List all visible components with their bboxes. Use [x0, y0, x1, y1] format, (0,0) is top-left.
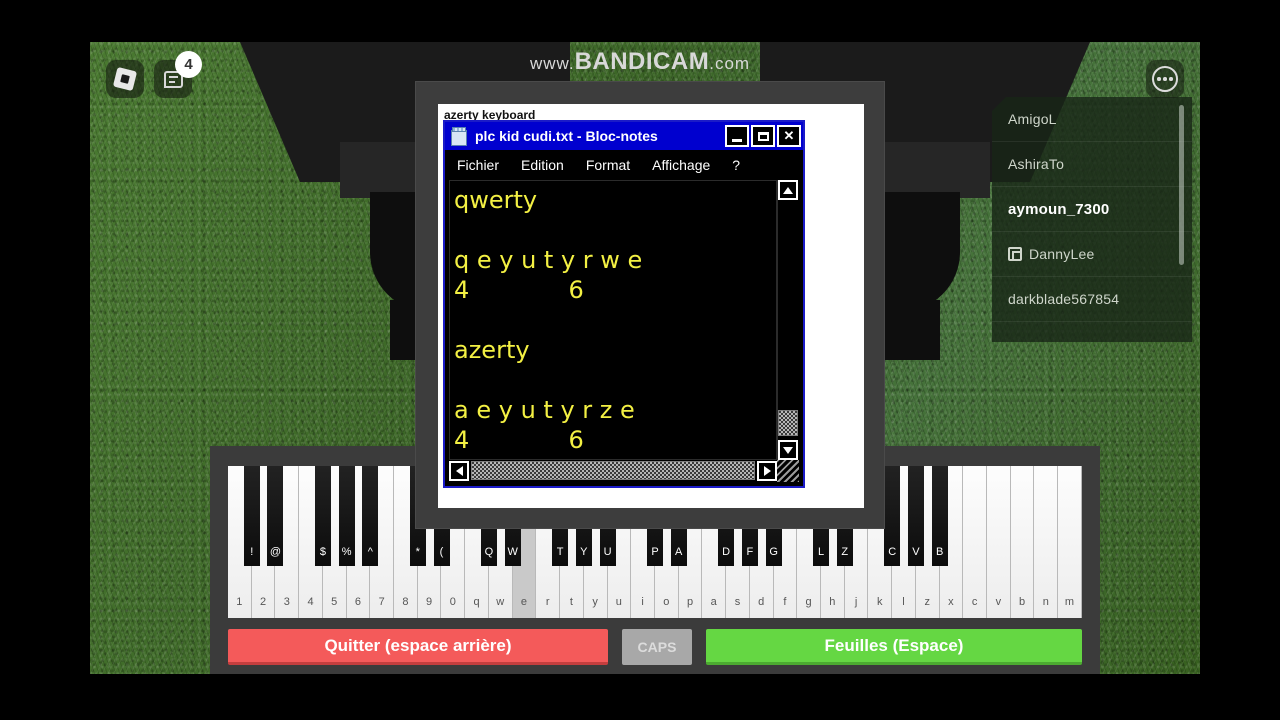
letterbox-left	[0, 0, 90, 720]
player-name: DannyLee	[1029, 246, 1095, 262]
piano-key-label: L	[817, 546, 825, 558]
letterbox-right	[1200, 0, 1280, 720]
notepad-menu-bar: Fichier Edition Format Affichage ?	[445, 150, 803, 180]
piano-key-label: $	[319, 546, 326, 558]
piano-key-label: V	[912, 546, 920, 558]
notepad-text-line: qwerty	[454, 186, 538, 214]
vertical-scroll-thumb[interactable]	[778, 410, 798, 436]
piano-black-key[interactable]: B	[931, 466, 948, 566]
horizontal-scroll-thumb[interactable]	[471, 461, 755, 480]
notepad-window[interactable]: plc kid cudi.txt - Bloc-notes ✕ Fichier …	[443, 120, 805, 488]
quit-button[interactable]: Quitter (espace arrière)	[228, 629, 608, 665]
scroll-up-button[interactable]	[778, 180, 798, 200]
piano-key-label: ^	[367, 546, 373, 558]
caps-button[interactable]: CAPS	[622, 629, 692, 665]
player-list-rows: AmigoL AshiraTo aymoun_7300 DannyLee darkbla…	[992, 97, 1192, 322]
scroll-left-button[interactable]	[449, 461, 469, 481]
horizontal-scrollbar[interactable]	[449, 460, 777, 482]
piano-key-label: !	[250, 546, 254, 558]
piano-key-label: Z	[841, 546, 849, 558]
player-list[interactable]: AmigoL AshiraTo aymoun_7300 DannyLee darkbla…	[992, 97, 1192, 342]
player-list-scrollbar[interactable]	[1179, 105, 1184, 265]
player-list-item[interactable]: AmigoL	[992, 97, 1192, 142]
watermark-suffix: .com	[709, 54, 751, 73]
piano-key-label: Y	[580, 546, 588, 558]
piano-key-label: U	[603, 546, 612, 558]
watermark-prefix: www.	[529, 54, 575, 73]
letterbox-top	[0, 0, 1280, 42]
notepad-text-line: 4 6	[454, 426, 584, 454]
scroll-right-button[interactable]	[757, 461, 777, 481]
piano-key-label: %	[341, 546, 352, 558]
piano-buttons-row: Quitter (espace arrière) CAPS Feuilles (…	[228, 629, 1082, 665]
player-list-item[interactable]: aymoun_7300	[992, 187, 1192, 232]
vertical-scrollbar[interactable]	[777, 180, 799, 460]
notepad-title-text: plc kid cudi.txt - Bloc-notes	[475, 128, 658, 144]
menu-item-fichier[interactable]: Fichier	[457, 157, 499, 173]
arrow-right-icon	[763, 466, 771, 476]
watermark-brand: BANDICAM	[574, 48, 710, 75]
piano-key-label: C	[888, 546, 897, 558]
piano-key-label: @	[269, 546, 282, 558]
maximize-button[interactable]	[751, 125, 775, 147]
minimize-button[interactable]	[725, 125, 749, 147]
piano-key-label: A	[675, 546, 683, 558]
notepad-icon	[451, 126, 468, 146]
premium-icon	[1008, 247, 1022, 261]
piano-key-label: Q	[484, 546, 494, 558]
player-list-item[interactable]: DannyLee	[992, 232, 1192, 277]
sheets-button[interactable]: Feuilles (Espace)	[706, 629, 1082, 665]
close-button[interactable]: ✕	[777, 125, 801, 147]
notepad-text-line	[454, 215, 776, 245]
piano-black-key[interactable]: V	[907, 466, 924, 566]
piano-key-label: (	[439, 546, 444, 558]
letterbox-bottom	[0, 674, 1280, 720]
piano-key-label: P	[651, 546, 659, 558]
menu-item-affichage[interactable]: Affichage	[652, 157, 710, 173]
arrow-down-icon	[783, 446, 793, 454]
piano-black-key[interactable]: ^	[362, 466, 379, 566]
arrow-up-icon	[783, 186, 793, 194]
arrow-left-icon	[455, 466, 463, 476]
player-name: aymoun_7300	[1008, 200, 1110, 218]
notepad-text-line	[454, 305, 776, 335]
notepad-text-area[interactable]: qwerty q e y u t y r w e4 6 azerty a e y…	[449, 180, 777, 460]
screen-root: 4 AmigoL AshiraTo aymoun_7300 DannyLee darkb…	[0, 0, 1280, 720]
notepad-body: qwerty q e y u t y r w e4 6 azerty a e y…	[449, 180, 799, 482]
notepad-text-line: azerty	[454, 336, 530, 364]
piano-black-key[interactable]: %	[338, 466, 355, 566]
player-list-item[interactable]: AshiraTo	[992, 142, 1192, 187]
piano-black-key[interactable]: !	[243, 466, 260, 566]
player-name: AmigoL	[1008, 111, 1057, 127]
player-name: darkblade567854	[1008, 291, 1120, 307]
piano-black-key[interactable]: $	[314, 466, 331, 566]
piano-key-label: B	[935, 546, 944, 558]
menu-item-format[interactable]: Format	[586, 157, 630, 173]
notepad-text-line: q e y u t y r w e	[454, 246, 643, 274]
menu-item-edition[interactable]: Edition	[521, 157, 564, 173]
piano-key-label: W	[507, 546, 518, 558]
resize-grip[interactable]	[777, 460, 799, 482]
scroll-down-button[interactable]	[778, 440, 798, 460]
player-name: AshiraTo	[1008, 156, 1065, 172]
piano-black-key[interactable]: C	[884, 466, 901, 566]
piano-black-key[interactable]: @	[267, 466, 284, 566]
piano-key-label: D	[722, 546, 731, 558]
piano-key-label: G	[769, 546, 778, 558]
piano-key-label: *	[415, 546, 420, 558]
menu-item-help[interactable]: ?	[732, 157, 740, 173]
piano-key-label: T	[556, 546, 564, 558]
notepad-title-bar[interactable]: plc kid cudi.txt - Bloc-notes ✕	[445, 122, 803, 150]
notepad-text-line	[454, 365, 776, 395]
piano-key-label: F	[746, 546, 754, 558]
notepad-text-line: a e y u t y r z e	[454, 396, 635, 424]
player-list-item[interactable]: darkblade567854	[992, 277, 1192, 322]
notepad-text-line: 4 6	[454, 276, 584, 304]
bandicam-watermark: www.BANDICAM.com	[0, 48, 1280, 76]
